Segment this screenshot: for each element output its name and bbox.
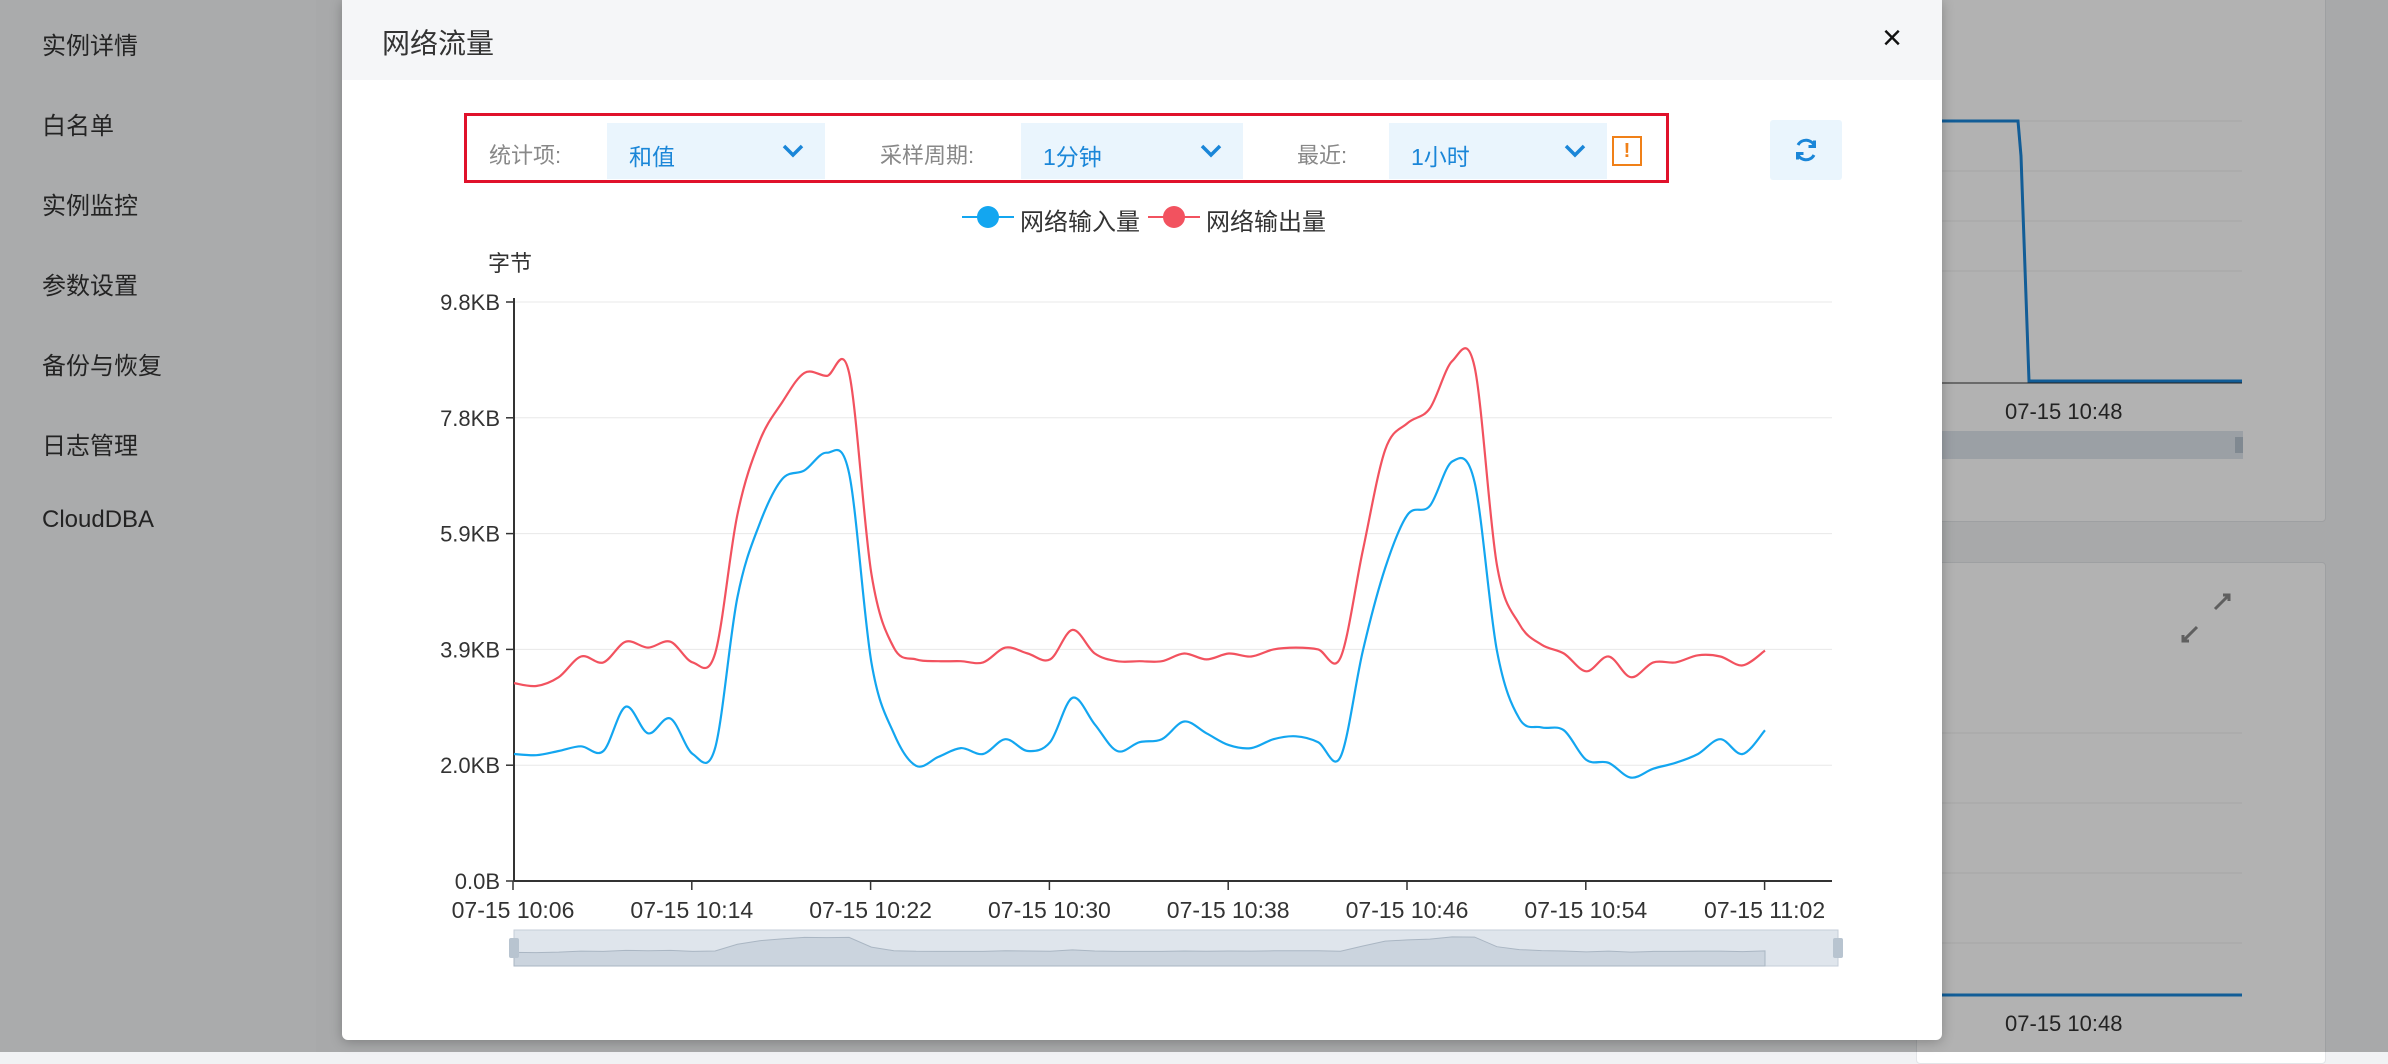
x-tick-label: 07-15 10:30: [988, 897, 1111, 923]
network-traffic-modal: 网络流量 × 统计项: 和值 采样周期: 1分钟 最近: 1小时 ! 网络输入量…: [342, 0, 1942, 1040]
y-tick-label: 5.9KB: [440, 522, 500, 547]
datazoom-handle-left: [509, 938, 519, 958]
y-tick-label: 2.0KB: [440, 753, 500, 778]
x-tick-label: 07-15 10:14: [630, 897, 753, 923]
series-line-input: [513, 449, 1766, 779]
x-tick-label: 07-15 10:54: [1524, 897, 1647, 923]
network-traffic-chart: 0.0B 2.0KB 3.9KB 5.9KB 7.8KB 9.8KB 07-15 10:0…: [440, 290, 1843, 967]
x-tick-label: 07-15 10:46: [1346, 897, 1469, 923]
y-tick-label: 7.8KB: [440, 406, 500, 431]
x-tick-label: 07-15 10:38: [1167, 897, 1290, 923]
series-line-output: [513, 347, 1766, 688]
x-tick-label: 07-15 10:06: [452, 897, 575, 923]
x-tick-label: 07-15 10:22: [809, 897, 932, 923]
y-tick-label: 9.8KB: [440, 290, 500, 315]
datazoom-handle-right: [1833, 938, 1843, 958]
y-tick-label: 3.9KB: [440, 637, 500, 662]
y-tick-label: 0.0B: [455, 869, 500, 894]
x-tick-label: 07-15 11:02: [1704, 897, 1825, 923]
datazoom-slider[interactable]: [509, 929, 1843, 967]
